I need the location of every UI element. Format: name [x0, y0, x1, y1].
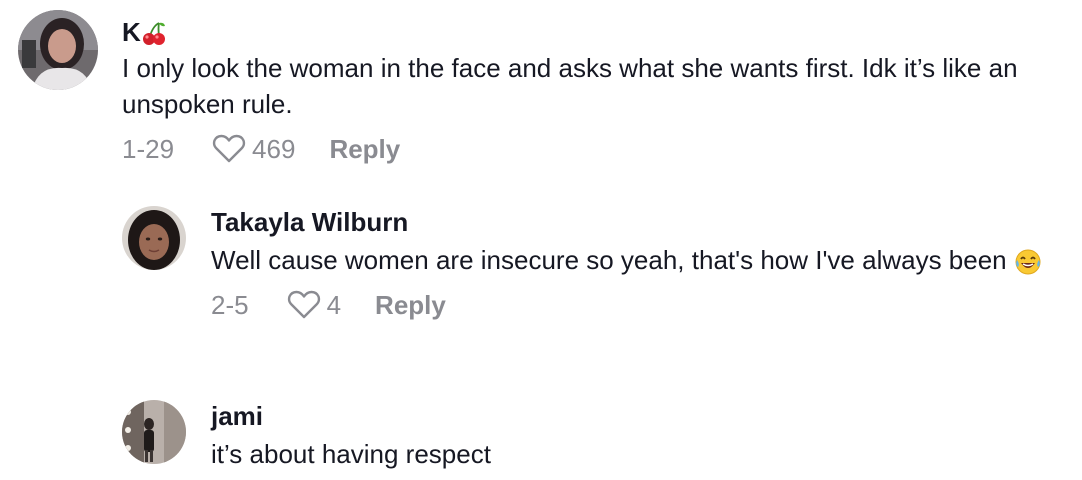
like-button[interactable]: 469	[212, 134, 295, 165]
reply-text: Well cause women are insecure so yeah, t…	[211, 245, 1007, 275]
reply-date: 2-5	[211, 289, 249, 320]
reply-username[interactable]: jami	[211, 400, 491, 432]
reply-username[interactable]: Takayla Wilburn	[211, 206, 1071, 238]
like-count: 4	[326, 289, 342, 320]
comment-date: 1-29	[122, 133, 175, 164]
reply-meta: 2-5 4 Reply	[211, 288, 1071, 322]
comment-meta: 1-29 469 Reply	[122, 132, 1062, 166]
comment-username[interactable]: K	[122, 16, 1062, 48]
comment-item: K I only look the woman in the face and …	[18, 10, 1062, 166]
reply-text: it’s about having respect	[211, 439, 491, 469]
heart-icon	[287, 290, 320, 319]
reply-item: Takayla Wilburn Well cause women are ins…	[122, 206, 1071, 322]
comment-text: I only look the woman in the face and as…	[122, 53, 1018, 119]
username-text[interactable]: K	[122, 17, 141, 47]
avatar-photo	[122, 206, 186, 270]
like-count: 469	[252, 133, 296, 164]
reply-text-block: Well cause women are insecure so yeah, t…	[211, 242, 1071, 280]
avatar-photo	[122, 400, 186, 464]
heart-icon	[212, 134, 246, 163]
avatar[interactable]	[122, 206, 186, 270]
reply-button[interactable]: Reply	[375, 290, 446, 321]
laughing-tears-emoji	[1014, 244, 1042, 280]
avatar[interactable]	[122, 400, 186, 464]
cherries-emoji	[141, 18, 167, 50]
avatar-photo	[18, 10, 98, 90]
like-button[interactable]: 4	[287, 290, 341, 321]
avatar[interactable]	[18, 10, 98, 90]
reply-button[interactable]: Reply	[329, 134, 400, 165]
reply-item: jami it’s about having respect	[122, 400, 491, 472]
